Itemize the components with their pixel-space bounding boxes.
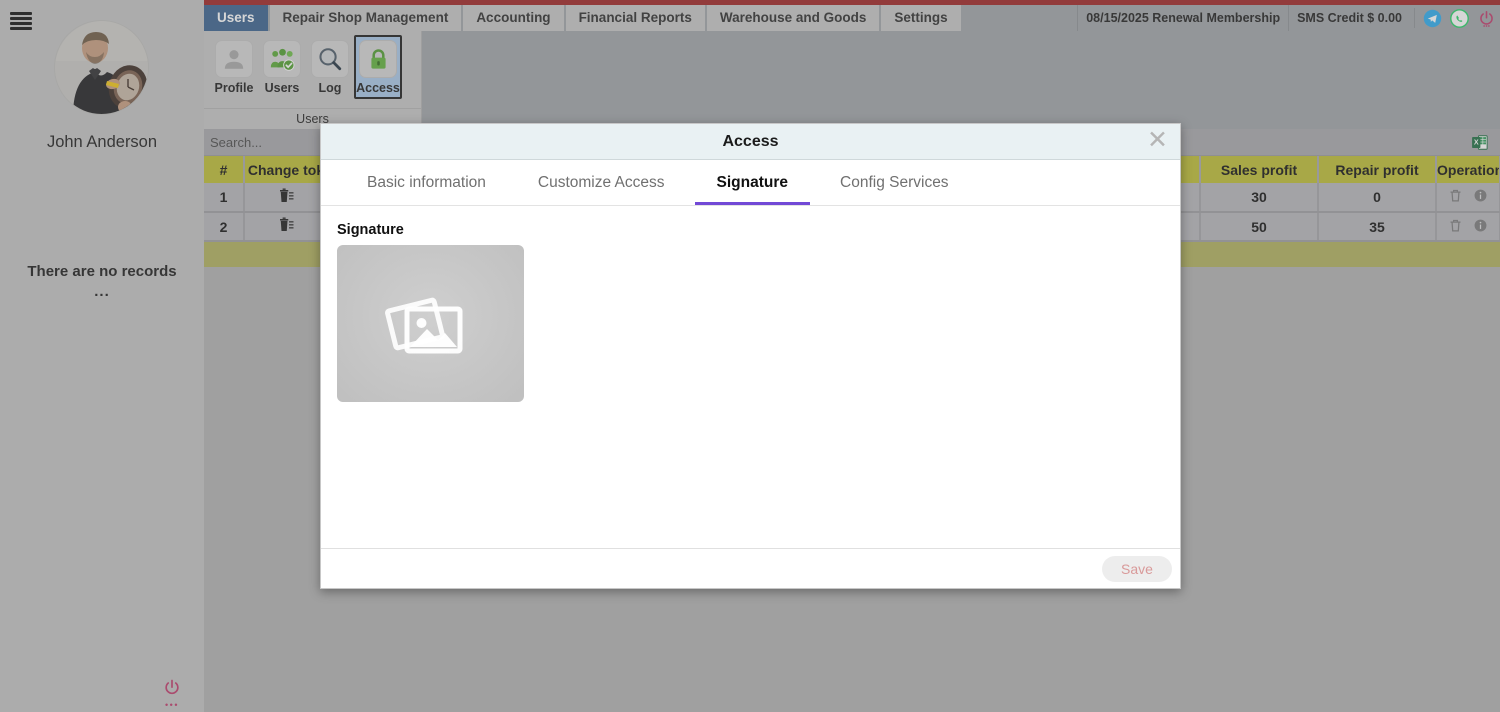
- modal-header: Access ✕: [321, 124, 1180, 160]
- modal-body: Signature: [321, 206, 1180, 548]
- access-modal: Access ✕ Basic information Customize Acc…: [320, 123, 1181, 589]
- signature-image-upload[interactable]: [337, 245, 524, 402]
- modal-tab-customize-access[interactable]: Customize Access: [516, 160, 687, 205]
- modal-tab-config-services[interactable]: Config Services: [818, 160, 971, 205]
- modal-title: Access: [722, 132, 779, 150]
- modal-tab-bar: Basic information Customize Access Signa…: [321, 160, 1180, 206]
- signature-label: Signature: [337, 222, 404, 238]
- modal-tab-signature[interactable]: Signature: [694, 160, 811, 205]
- image-placeholder-icon: [384, 297, 462, 353]
- app-root: John Anderson There are no records ... •…: [0, 0, 1500, 712]
- modal-footer: Save: [321, 548, 1180, 588]
- modal-tab-basic-information[interactable]: Basic information: [345, 160, 508, 205]
- save-button[interactable]: Save: [1102, 555, 1172, 582]
- close-icon[interactable]: ✕: [1147, 128, 1168, 153]
